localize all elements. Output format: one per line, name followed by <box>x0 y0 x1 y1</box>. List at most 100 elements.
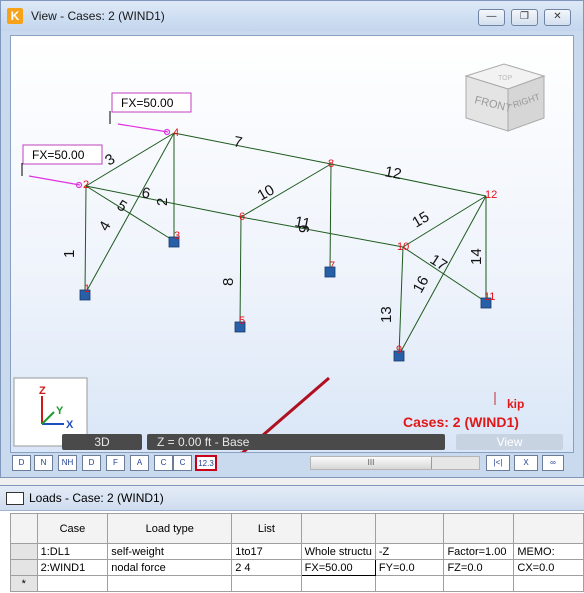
cell[interactable]: FZ=0.0 <box>443 559 515 576</box>
member-numbers-button[interactable]: N <box>34 455 53 471</box>
view-toolbar: D N NH D F A C C 12.3 III |<| X ∞ <box>10 454 574 474</box>
horizontal-scrollbar[interactable]: III <box>310 456 480 470</box>
close-button[interactable]: ✕ <box>544 9 571 26</box>
cell[interactable]: -Z <box>374 543 445 560</box>
row-header[interactable] <box>10 543 38 560</box>
status-band: 3D Z = 0.00 ft - Base View <box>51 434 563 451</box>
node-numbers-button[interactable]: D <box>12 455 31 471</box>
column-header-4[interactable] <box>300 513 376 544</box>
forces-button[interactable]: F <box>106 455 125 471</box>
cell[interactable]: Factor=1.00 <box>443 543 515 560</box>
window-title: View - Cases: 2 (WIND1) <box>31 9 165 23</box>
new-row[interactable]: * <box>10 575 584 592</box>
view-cube[interactable]: FRONT RIGHT TOP <box>464 63 546 132</box>
table-row[interactable]: 2:WIND1 nodal force 2 4 FX=50.00 FY=0.0 … <box>10 559 584 576</box>
cell[interactable]: MEMO: <box>513 543 584 560</box>
table-icon <box>6 492 24 505</box>
table-header-row: Case Load type List <box>10 513 584 544</box>
node-label: 10 <box>397 241 409 253</box>
title-bar[interactable]: K View - Cases: 2 (WIND1) — ❐ ✕ <box>1 1 583 31</box>
z-axis-label: Z <box>39 385 46 397</box>
view-button[interactable]: View <box>456 434 563 450</box>
display-settings-button[interactable]: D <box>82 455 101 471</box>
member-8[interactable] <box>239 216 242 327</box>
cell[interactable] <box>374 575 445 592</box>
member-labels: 1 2 3 4 5 6 7 8 9 10 11 12 13 14 15 16 1… <box>61 133 485 323</box>
new-row-marker[interactable]: * <box>10 575 38 592</box>
loads-panel-title: Loads - Case: 2 (WIND1) <box>29 491 164 505</box>
loads-panel-titlebar[interactable]: Loads - Case: 2 (WIND1) <box>0 486 584 511</box>
node-display-button[interactable]: NH <box>58 455 77 471</box>
node-label: 5 <box>239 315 245 327</box>
member-7[interactable] <box>173 132 332 165</box>
table-row[interactable]: 1:DL1 self-weight 1to17 Whole structu -Z… <box>10 543 584 560</box>
loads-table: Case Load type List 1:DL1 self-weight 1t… <box>10 513 584 592</box>
zoom-extents-button[interactable]: |<| <box>486 455 510 471</box>
load-arrow-node-4[interactable] <box>117 123 169 133</box>
cross-section-button[interactable]: C <box>154 455 173 471</box>
cell[interactable] <box>443 575 515 592</box>
member-13[interactable] <box>398 246 404 356</box>
corner-cell[interactable] <box>10 513 38 544</box>
cell[interactable] <box>36 575 109 592</box>
member-5[interactable] <box>85 185 175 242</box>
x-axis-label: X <box>66 419 74 431</box>
column-header-case[interactable]: Case <box>36 513 109 544</box>
column-header-load-type[interactable]: Load type <box>107 513 233 544</box>
level-indicator[interactable]: Z = 0.00 ft - Base <box>147 434 445 450</box>
cell[interactable]: Whole structu <box>300 543 376 560</box>
column-header-list[interactable]: List <box>231 513 302 544</box>
member-label: 16 <box>410 273 433 296</box>
force-label-1: FX=50.00 <box>121 96 174 110</box>
loads-panel: Loads - Case: 2 (WIND1) Case Load type L… <box>0 485 584 593</box>
cell[interactable]: 2 4 <box>231 559 302 576</box>
node-label: 3 <box>174 230 180 242</box>
member-label: 14 <box>468 248 485 265</box>
member-label: 6 <box>140 184 151 202</box>
member-9[interactable] <box>240 216 404 248</box>
cell[interactable]: nodal force <box>107 559 233 576</box>
member-label: 1 <box>61 250 78 258</box>
minimize-button[interactable]: — <box>478 9 505 26</box>
members <box>84 132 487 356</box>
member-label: 11 <box>293 213 312 233</box>
app-logo-icon: K <box>7 8 23 24</box>
load-arrow-node-2[interactable] <box>28 175 81 186</box>
column-header-7[interactable] <box>513 513 584 544</box>
cell[interactable]: self-weight <box>107 543 233 560</box>
selected-cell[interactable]: FX=50.00 <box>300 559 376 576</box>
node-label: 6 <box>239 211 245 223</box>
cell[interactable] <box>231 575 302 592</box>
node-label: 2 <box>83 179 89 191</box>
column-header-6[interactable] <box>443 513 515 544</box>
node-label: 11 <box>484 291 495 303</box>
node-label: 1 <box>84 283 90 295</box>
member-label: 12 <box>383 163 403 183</box>
restore-button[interactable]: ❐ <box>511 9 538 26</box>
node-label: 12 <box>485 189 497 201</box>
cell[interactable]: FY=0.0 <box>374 559 445 576</box>
model-viewport[interactable]: FX=50.00 FX=50.00 1 2 3 4 5 6 7 8 9 10 1… <box>10 35 574 453</box>
binoculars-icon[interactable]: ∞ <box>542 455 564 471</box>
load-values-button[interactable]: 12.3 <box>195 455 217 471</box>
axes-button[interactable]: A <box>130 455 149 471</box>
member-11[interactable] <box>329 163 332 272</box>
view-mode-3d[interactable]: 3D <box>62 434 142 450</box>
cell[interactable]: 2:WIND1 <box>36 559 109 576</box>
cell[interactable]: CX=0.0 <box>513 559 584 576</box>
member-1[interactable] <box>84 185 87 295</box>
cell[interactable]: 1to17 <box>231 543 302 560</box>
cell[interactable] <box>107 575 233 592</box>
cell[interactable] <box>300 575 376 592</box>
cell[interactable] <box>513 575 584 592</box>
annotation-arrowhead <box>239 451 241 452</box>
hide-button[interactable]: X <box>514 455 538 471</box>
structure-drawing[interactable]: FX=50.00 FX=50.00 1 2 3 4 5 6 7 8 9 10 1… <box>11 36 574 453</box>
scroll-thumb[interactable]: III <box>311 457 432 469</box>
member-12[interactable] <box>330 163 487 197</box>
node-label: 7 <box>329 260 335 272</box>
color-legend-button[interactable]: C <box>173 455 192 471</box>
cell[interactable]: 1:DL1 <box>36 543 109 560</box>
row-header[interactable] <box>10 559 38 576</box>
column-header-5[interactable] <box>374 513 445 544</box>
